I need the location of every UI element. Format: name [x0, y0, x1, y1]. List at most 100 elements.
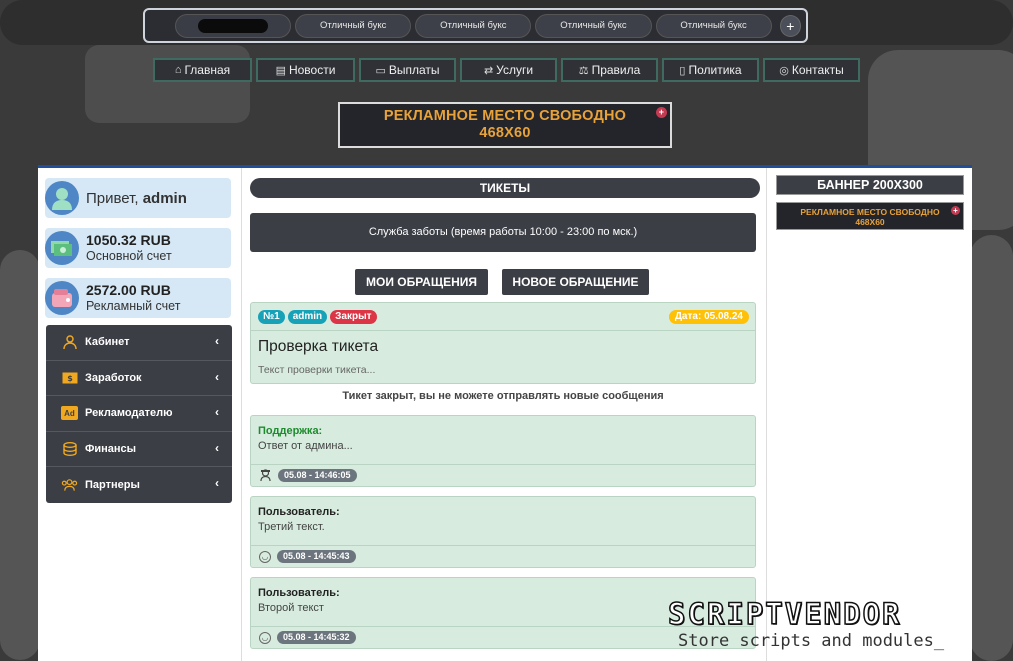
ad-banner-468x60[interactable]: РЕКЛАМНОЕ МЕСТО СВОБОДНО 468Х60 + — [338, 102, 672, 148]
menu-label: Финансы — [85, 442, 137, 455]
chevron-left-icon: ‹ — [215, 369, 219, 384]
menu-label: Рекламодателю — [85, 407, 173, 420]
message-author: Пользователь: — [258, 587, 340, 599]
menu-item-earnings[interactable]: $ Заработок ‹ — [46, 361, 232, 396]
main-nav: ⌂ Главная ▤ Новости ▭ Выплаты ⇄ Услуги ⚖ Прав… — [153, 58, 860, 82]
menu-label: Заработок — [85, 371, 142, 384]
nav-payouts[interactable]: ▭ Выплаты — [359, 58, 456, 82]
top-tab[interactable]: Отличный букс — [415, 13, 532, 38]
nav-label: Новости — [288, 63, 336, 77]
new-request-button[interactable]: НОВОЕ ОБРАЩЕНИЕ — [502, 269, 649, 295]
balance-label: Рекламный счет — [86, 298, 181, 313]
right-sidebar: БАННЕР 200Х300 РЕКЛАМНОЕ МЕСТО СВОБОДНО … — [766, 168, 972, 661]
message-footer: ◡ 05.08 - 14:45:43 — [251, 545, 755, 567]
top-tab[interactable]: Отличный букс — [655, 13, 772, 38]
greeting-text: Привет, — [86, 189, 139, 207]
message-text: Третий текст. — [258, 521, 325, 533]
message-author: Поддержка: — [258, 425, 323, 437]
user-circle-icon: ◡ — [259, 550, 271, 563]
user-circle-icon: ◡ — [259, 631, 271, 644]
greeting-card: Привет, admin — [45, 178, 231, 218]
nav-news[interactable]: ▤ Новости — [256, 58, 355, 82]
nav-policy[interactable]: ▯ Политика — [662, 58, 759, 82]
site-logo-tab[interactable] — [175, 13, 292, 38]
menu-item-partners[interactable]: Партнеры ‹ — [46, 467, 232, 503]
coins-icon — [61, 441, 78, 456]
ad-line: РЕКЛАМНОЕ МЕСТО СВОБОДНО — [800, 207, 940, 217]
nav-home[interactable]: ⌂ Главная — [153, 58, 252, 82]
redacted-logo — [198, 18, 269, 33]
menu-item-advertiser[interactable]: Ad Рекламодателю ‹ — [46, 396, 232, 432]
watermark: SCRIPTVENDOR Store scripts and modules_ — [667, 596, 1008, 659]
ad-size: 468Х60 — [479, 125, 531, 141]
money-bills-icon — [45, 231, 79, 265]
users-icon — [61, 478, 78, 492]
message-text: Второй текст — [258, 602, 324, 614]
nav-rules[interactable]: ⚖ Правила — [561, 58, 658, 82]
nav-label: Контакты — [791, 63, 844, 77]
top-tab-bar: Отличный букс Отличный букс Отличный бук… — [143, 8, 808, 43]
home-icon: ⌂ — [174, 64, 182, 76]
message-footer: 05.08 - 14:46:05 — [251, 464, 755, 486]
ticket-number-badge: №1 — [258, 309, 285, 324]
nav-contacts[interactable]: ◎ Контакты — [763, 58, 860, 82]
ad-banner-sidebar[interactable]: РЕКЛАМНОЕ МЕСТО СВОБОДНО 468Х60 + — [776, 202, 964, 230]
page-title: ТИКЕТЫ — [250, 178, 760, 198]
chevron-left-icon: ‹ — [215, 334, 219, 348]
ad-line: РЕКЛАМНОЕ МЕСТО СВОБОДНО — [383, 108, 627, 124]
menu-item-cabinet[interactable]: Кабинет ‹ — [46, 325, 232, 361]
wallet-icon — [45, 281, 79, 315]
ad-icon: Ad — [61, 406, 78, 421]
exchange-icon: ⇄ — [483, 64, 494, 77]
left-sidebar: Привет, admin 1050.32 RUB Основной счет … — [38, 168, 242, 661]
user-avatar[interactable] — [45, 181, 79, 215]
cash-icon: $ — [61, 371, 78, 385]
sidebar-menu: Кабинет ‹ $ Заработок ‹ Ad Рекламодателю… — [46, 325, 232, 503]
menu-item-finance[interactable]: Финансы ‹ — [46, 432, 232, 467]
watermark-subtitle: Store scripts and modules_ — [678, 631, 945, 651]
user-icon — [61, 335, 78, 350]
my-requests-button[interactable]: МОИ ОБРАЩЕНИЯ — [355, 269, 488, 295]
menu-label: Партнеры — [85, 478, 140, 491]
ticket-closed-note: Тикет закрыт, вы не можете отправлять но… — [342, 390, 664, 402]
message-author: Пользователь: — [258, 506, 340, 518]
ticket-subject: Проверка тикета — [258, 338, 379, 355]
money-icon: ▭ — [375, 64, 386, 77]
nav-label: Главная — [184, 63, 231, 77]
nav-label: Правила — [591, 63, 641, 77]
message-time-badge: 05.08 - 14:45:43 — [277, 550, 356, 563]
nav-label: Политика — [688, 63, 742, 77]
banner-title: БАННЕР 200Х300 — [776, 175, 964, 195]
ticket-actions: МОИ ОБРАЩЕНИЯ НОВОЕ ОБРАЩЕНИЕ — [355, 269, 649, 295]
ad-plus-icon[interactable]: + — [951, 206, 960, 215]
ticket-card: №1 admin Закрыт Дата: 05.08.24 Проверка … — [250, 302, 756, 384]
scales-icon: ⚖ — [578, 64, 589, 77]
nav-services[interactable]: ⇄ Услуги — [460, 58, 557, 82]
balance-card-ad: 2572.00 RUB Рекламный счет — [45, 278, 231, 318]
newspaper-icon: ▤ — [275, 64, 286, 77]
add-tab-button[interactable]: + — [779, 14, 801, 37]
balance-card-main: 1050.32 RUB Основной счет — [45, 228, 231, 268]
message-card: Поддержка: Ответ от админа... 05.08 - 14… — [250, 415, 756, 487]
menu-label: Кабинет — [85, 336, 130, 349]
chevron-left-icon: ‹ — [215, 476, 219, 490]
ticket-header: №1 admin Закрыт Дата: 05.08.24 — [251, 303, 755, 331]
chevron-left-icon: ‹ — [215, 440, 219, 455]
bg-shape — [85, 45, 250, 123]
ticket-user-badge: admin — [287, 309, 328, 324]
document-icon: ▯ — [679, 64, 686, 77]
headset-icon: ◎ — [779, 64, 789, 77]
ad-size: 468Х60 — [855, 217, 885, 227]
watermark-title: SCRIPTVENDOR — [667, 596, 902, 632]
message-time-badge: 05.08 - 14:46:05 — [278, 469, 357, 482]
balance-info: 1050.32 RUB Основной счет — [86, 232, 172, 264]
greeting: Привет, admin — [86, 190, 187, 207]
svg-text:$: $ — [67, 374, 73, 383]
balance-amount: 2572.00 RUB — [86, 281, 171, 298]
balance-label: Основной счет — [86, 248, 172, 263]
nav-label: Услуги — [496, 63, 534, 77]
top-tab[interactable]: Отличный букс — [295, 13, 412, 38]
support-info: Служба заботы (время работы 10:00 - 23:0… — [250, 213, 756, 252]
ad-plus-icon[interactable]: + — [656, 107, 667, 118]
top-tab[interactable]: Отличный букс — [535, 13, 652, 38]
